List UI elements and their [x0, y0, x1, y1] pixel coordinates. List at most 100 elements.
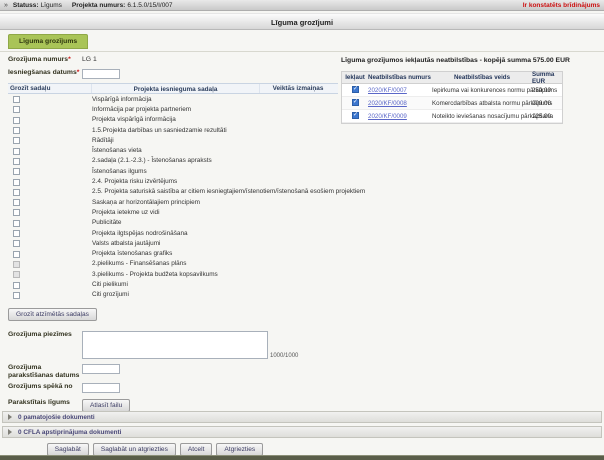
- edit-marked-sections-button[interactable]: Grozīt atzīmētās sadaļas: [8, 308, 97, 321]
- nonconformities-table: Iekļaut Neatbilstības numurs Neatbilstīb…: [341, 71, 563, 124]
- section-checkbox[interactable]: [13, 220, 20, 227]
- section-checkbox[interactable]: [13, 137, 20, 144]
- section-label: Projekta ilgtspējas nodrošināšana: [92, 230, 188, 237]
- nonconformity-row: 2020/KF/0009 Noteikto ieviešanas nosacīj…: [342, 110, 562, 123]
- include-checkbox[interactable]: [352, 86, 359, 93]
- footer-bar: [0, 455, 604, 460]
- accordion-cfla-approval-documents[interactable]: 0 CFLA apstiprinājuma dokumenti: [2, 426, 602, 438]
- expand-arrow-icon: [8, 414, 12, 420]
- section-label: Vispārīgā informācija: [92, 96, 152, 103]
- nonconformities-title: Līguma grozījumos iekļautās neatbilstība…: [341, 57, 596, 64]
- nonconformity-number-link[interactable]: 2020/KF/0008: [368, 100, 407, 107]
- section-label: 3.pielikums - Projekta budžeta kopsavilk…: [92, 271, 218, 278]
- include-checkbox[interactable]: [352, 112, 359, 119]
- nonconformities-panel: Līguma grozījumos iekļautās neatbilstība…: [341, 57, 596, 124]
- section-label: Informācija par projekta partneriem: [92, 106, 191, 113]
- effective-date-input[interactable]: [82, 383, 120, 393]
- section-checkbox[interactable]: [13, 199, 20, 206]
- section-checkbox[interactable]: [13, 117, 20, 124]
- section-label: Citi pielikumi: [92, 281, 128, 288]
- amendment-number-label: Grozījuma numurs*: [8, 56, 82, 64]
- expand-arrow-icon: [8, 429, 12, 435]
- signing-date-label: Grozījuma parakstīšanas datums: [8, 364, 82, 380]
- col-iesnieguma-sadala: Projekta iesnieguma sadaļa: [92, 84, 260, 93]
- choose-file-button[interactable]: Atlasīt failu: [82, 399, 130, 412]
- section-label: 2.sadaļa (2.1.-2.3.) - Īstenošanas aprak…: [92, 157, 212, 164]
- section-row: Citi grozījumi: [8, 290, 338, 300]
- tab-bar: Līguma grozījums: [0, 31, 604, 52]
- section-checkbox[interactable]: [13, 168, 20, 175]
- section-checkbox[interactable]: [13, 292, 20, 299]
- section-checkbox[interactable]: [13, 240, 20, 247]
- col-ieklaut: Iekļaut: [342, 74, 368, 81]
- section-checkbox[interactable]: [13, 96, 20, 103]
- section-checkbox[interactable]: [13, 261, 20, 268]
- section-label: 2.5. Projekta saturiskā saistība ar citi…: [92, 188, 365, 195]
- accordion-supporting-documents[interactable]: 0 pamatojošie dokumenti: [2, 411, 602, 423]
- nonconformity-sum: 250.00: [532, 87, 562, 94]
- section-label: Īstenošanas vieta: [92, 147, 142, 154]
- section-label: Citi grozījumi: [92, 291, 129, 298]
- warning-message[interactable]: Ir konstatēts brīdinājums: [523, 2, 600, 9]
- status-value: Līgums: [41, 2, 62, 9]
- nonconformity-number-link[interactable]: 2020/KF/0007: [368, 87, 407, 94]
- amendment-form: Grozījuma numurs* LG 1 Iesniegšanas datu…: [8, 56, 338, 412]
- nonconformity-number-link[interactable]: 2020/KF/0009: [368, 113, 407, 120]
- col-neatbilstibas-veids: Neatbilstības veids: [432, 74, 532, 81]
- include-checkbox[interactable]: [352, 99, 359, 106]
- section-checkbox[interactable]: [13, 230, 20, 237]
- col-neatbilstibas-numurs: Neatbilstības numurs: [368, 74, 432, 81]
- section-checkbox[interactable]: [13, 209, 20, 216]
- nonconformity-type: Komercdarbības atbalsta normu pārkāpums: [432, 100, 532, 107]
- col-summa-eur: Summa EUR: [532, 71, 562, 85]
- nonconformity-sum: 200.00: [532, 100, 562, 107]
- section-checkbox[interactable]: [13, 148, 20, 155]
- section-label: Rādītāji: [92, 137, 114, 144]
- nonconformities-body: 2020/KF/0007 Iepirkuma vai konkurences n…: [342, 84, 562, 123]
- section-label: Projekta ietekme uz vidi: [92, 209, 160, 216]
- submission-date-label: Iesniegšanas datums*: [8, 69, 82, 77]
- amendment-number-value: LG 1: [82, 56, 97, 63]
- effective-date-label: Grozījums spēkā no: [8, 383, 82, 391]
- project-number-value: 6.1.5.0/15/I/007: [127, 2, 172, 9]
- accordion-label: 0 pamatojošie dokumenti: [18, 414, 95, 421]
- section-checkbox[interactable]: [13, 271, 20, 278]
- status-label: Statuss:: [13, 2, 39, 9]
- top-status-bar: » Statuss: Līgums Projekta numurs: 6.1.5…: [0, 0, 604, 11]
- project-number-label: Projekta numurs:: [72, 2, 125, 9]
- section-label: 2.pielikums - Finansēšanas plāns: [92, 260, 187, 267]
- collapse-arrow-icon[interactable]: »: [4, 2, 8, 9]
- nonconformity-row: 2020/KF/0007 Iepirkuma vai konkurences n…: [342, 84, 562, 97]
- section-label: 1.5.Projekta darbības un sasniedzamie re…: [92, 127, 227, 134]
- section-label: Valsts atbalsta jautājumi: [92, 240, 160, 247]
- sections-table-body: Vispārīgā informācija Informācija par pr…: [8, 94, 338, 300]
- amendment-notes-textarea[interactable]: [82, 331, 268, 359]
- col-veiktas-izmainas: Veiktās izmaiņas: [260, 83, 336, 94]
- amendment-notes-label: Grozījuma piezīmes: [8, 331, 82, 339]
- nonconformities-header: Iekļaut Neatbilstības numurs Neatbilstīb…: [342, 72, 562, 84]
- character-counter: 1000/1000: [270, 353, 298, 359]
- section-label: Īstenošanas ilgums: [92, 168, 147, 175]
- nonconformity-type: Noteikto ieviešanas nosacījumu pārkāpšan…: [432, 113, 532, 120]
- submission-date-input[interactable]: [82, 69, 120, 79]
- section-checkbox[interactable]: [13, 158, 20, 165]
- section-checkbox[interactable]: [13, 179, 20, 186]
- section-label: Publicitāte: [92, 219, 122, 226]
- section-checkbox[interactable]: [13, 189, 20, 196]
- section-label: Projekta īstenošanas grafiks: [92, 250, 172, 257]
- section-label: Saskaņa ar horizontālajiem principiem: [92, 199, 200, 206]
- page-title: Līguma grozījumi: [0, 13, 604, 30]
- section-label: 2.4. Projekta risku izvērtējums: [92, 178, 177, 185]
- signing-date-input[interactable]: [82, 364, 120, 374]
- section-checkbox[interactable]: [13, 282, 20, 289]
- tab-liguma-grozijums[interactable]: Līguma grozījums: [8, 34, 88, 49]
- nonconformity-sum: 125.00: [532, 113, 562, 120]
- section-checkbox[interactable]: [13, 127, 20, 134]
- nonconformity-type: Iepirkuma vai konkurences normu pārkāpum…: [432, 87, 532, 94]
- signed-contract-label: Parakstītais līgums: [8, 399, 82, 407]
- section-label: Projekta vispārīgā informācija: [92, 116, 176, 123]
- nonconformity-row: 2020/KF/0008 Komercdarbības atbalsta nor…: [342, 97, 562, 110]
- accordion-label: 0 CFLA apstiprinājuma dokumenti: [18, 429, 121, 436]
- section-checkbox[interactable]: [13, 106, 20, 113]
- section-checkbox[interactable]: [13, 251, 20, 258]
